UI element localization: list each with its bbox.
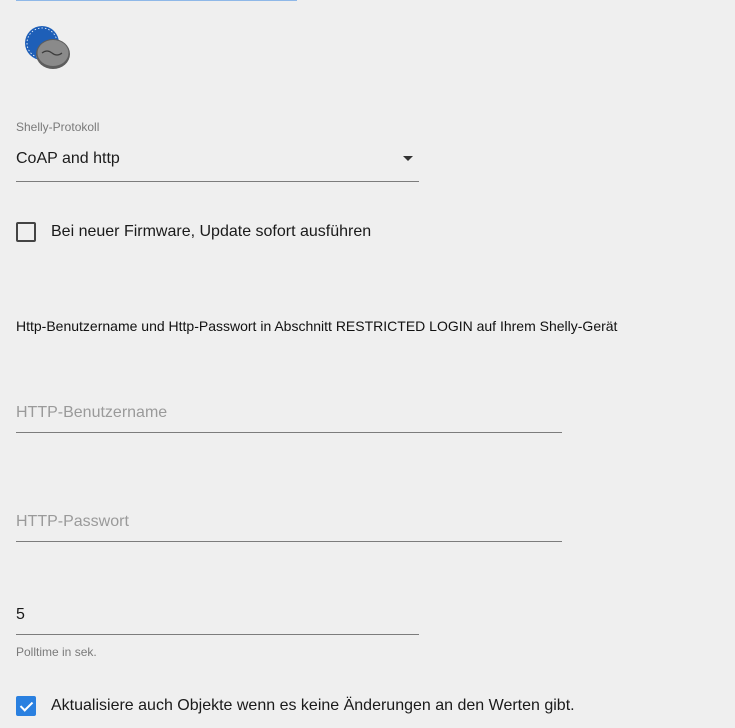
http-password-placeholder: HTTP-Passwort xyxy=(16,513,129,530)
polltime-field[interactable]: 5 xyxy=(16,598,419,635)
login-info-text: Http-Benutzername und Http-Passwort in A… xyxy=(16,318,618,334)
protocol-label: Shelly-Protokoll xyxy=(16,120,100,134)
protocol-select[interactable]: Shelly-Protokoll CoAP and http xyxy=(16,118,419,182)
settings-page: Shelly-Protokoll CoAP and http Bei neuer… xyxy=(0,0,735,728)
firmware-update-option[interactable]: Bei neuer Firmware, Update sofort ausfüh… xyxy=(16,222,371,242)
update-objects-label: Aktualisiere auch Objekte wenn es keine … xyxy=(51,697,575,714)
http-username-field[interactable]: HTTP-Benutzername xyxy=(16,396,562,433)
shelly-logo-icon xyxy=(24,25,72,73)
triangle-down-icon xyxy=(403,156,413,161)
http-username-placeholder: HTTP-Benutzername xyxy=(16,404,168,421)
http-password-field[interactable]: HTTP-Passwort xyxy=(16,505,562,542)
tab-indicator xyxy=(16,0,297,1)
polltime-value: 5 xyxy=(16,606,25,623)
update-objects-checkbox[interactable] xyxy=(16,696,36,716)
protocol-value: CoAP and http xyxy=(16,150,120,167)
polltime-helper: Polltime in sek. xyxy=(16,645,97,659)
protocol-dropdown[interactable]: CoAP and http xyxy=(16,146,419,182)
update-objects-option[interactable]: Aktualisiere auch Objekte wenn es keine … xyxy=(16,696,575,716)
firmware-update-checkbox[interactable] xyxy=(16,222,36,242)
firmware-update-label: Bei neuer Firmware, Update sofort ausfüh… xyxy=(51,223,372,240)
